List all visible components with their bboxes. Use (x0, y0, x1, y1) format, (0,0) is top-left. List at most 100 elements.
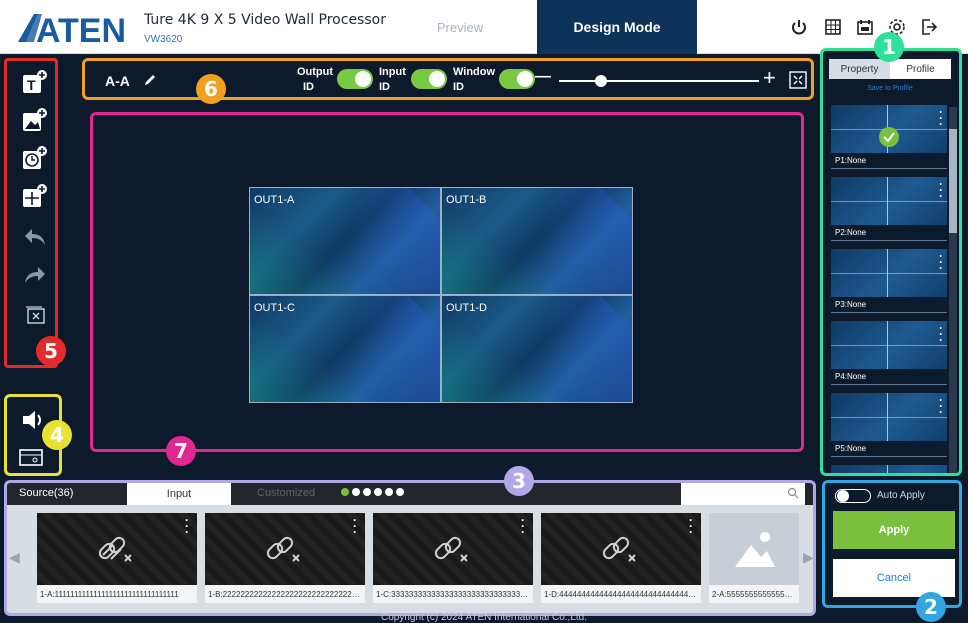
design-canvas[interactable]: OUT1-A OUT1-B OUT1-C OUT1-D (90, 112, 804, 452)
panel-tabs: Property Profile (829, 59, 951, 79)
profile-item[interactable]: · · · P2:None (831, 177, 947, 241)
scroll-left-arrow[interactable]: ◀ (9, 549, 23, 573)
tab-input[interactable]: Input (127, 483, 231, 505)
zoom-out-button[interactable]: — (535, 68, 551, 86)
undo-icon (25, 229, 45, 245)
output-screen[interactable]: OUT1-C (250, 296, 440, 402)
video-wall[interactable]: OUT1-A OUT1-B OUT1-C OUT1-D (249, 187, 633, 403)
profile-name: P2:None (831, 225, 947, 240)
kebab-menu-icon[interactable]: · · · (939, 322, 943, 346)
broken-link-icon (266, 536, 300, 562)
profile-item[interactable]: · · · P3:None (831, 249, 947, 313)
output-id-label: Output ID (296, 66, 333, 93)
profile-item[interactable]: · · · P4:None (831, 321, 947, 385)
auto-apply-toggle[interactable] (835, 489, 871, 503)
profile-name: P3:None (831, 297, 947, 312)
tab-preview[interactable]: Preview (386, 0, 534, 54)
profile-item[interactable] (831, 465, 947, 473)
add-window-button[interactable] (21, 183, 49, 211)
power-icon[interactable] (790, 18, 808, 36)
input-id-toggle[interactable] (411, 69, 447, 89)
kebab-menu-icon[interactable]: · · · (939, 106, 943, 130)
kebab-menu-icon[interactable]: · · · (939, 178, 943, 202)
source-panel: Source(36) Input Customized ◀ · · · 1-A:11… (4, 480, 816, 616)
apply-button[interactable]: Apply (833, 511, 955, 549)
source-name: 1-B:22222222222222222222222222222222 (205, 585, 365, 603)
source-card[interactable]: 2-A:5555555555555555 (709, 513, 799, 603)
output-screen[interactable]: OUT1-D (442, 296, 632, 402)
fit-screen-icon[interactable] (789, 71, 807, 89)
copyright-footer: Copyright (c) 2024 ATEN International Co… (380, 612, 588, 623)
auto-apply-label: Auto Apply (877, 490, 925, 501)
screen-label: OUT1-D (446, 302, 487, 314)
source-name: 1-C:33333333333333333333333333333333 (373, 585, 533, 603)
profile-scrollbar[interactable] (949, 107, 957, 473)
source-card[interactable]: · · · 1-A:11111111111111111111111111111111 (37, 513, 197, 603)
output-screen[interactable]: OUT1-B (442, 188, 632, 294)
source-card[interactable]: · · · 1-B:22222222222222222222222222222222 (205, 513, 365, 603)
add-text-icon: T (23, 70, 47, 93)
redo-button[interactable] (21, 261, 49, 289)
zoom-slider-thumb[interactable] (595, 75, 607, 87)
pencil-icon[interactable] (143, 73, 157, 87)
profile-item[interactable]: · · · P1:None (831, 105, 947, 169)
callout-badge-6: 6 (196, 74, 226, 104)
page-dots[interactable] (341, 488, 404, 496)
callout-badge-1: 1 (874, 32, 904, 62)
zoom-in-button[interactable]: + (763, 65, 776, 91)
tab-property[interactable]: Property (829, 59, 890, 79)
add-image-button[interactable] (21, 107, 49, 135)
output-screen[interactable]: OUT1-A (250, 188, 440, 294)
aten-logo: ATEN (18, 12, 124, 44)
source-card[interactable]: · · · 1-D:44444444444444444444444444444444 (541, 513, 701, 603)
window-id-toggle[interactable] (499, 69, 535, 89)
broken-link-icon (434, 536, 468, 562)
cancel-button[interactable]: Cancel (833, 559, 955, 597)
display-settings-icon[interactable] (19, 449, 43, 467)
clear-window-icon (26, 306, 45, 324)
profile-name: P5:None (831, 441, 947, 456)
calendar-icon[interactable] (856, 18, 874, 36)
input-id-label: Input ID (379, 66, 406, 93)
callout-badge-7: 7 (166, 436, 196, 466)
tab-customized[interactable]: Customized (257, 487, 315, 499)
undo-button[interactable] (21, 223, 49, 251)
save-to-profile-link[interactable]: Save to Profile (829, 85, 951, 92)
kebab-menu-icon[interactable]: · · · (939, 250, 943, 274)
output-id-toggle[interactable] (337, 69, 373, 89)
apply-panel: Auto Apply Apply Cancel (822, 480, 962, 608)
kebab-menu-icon[interactable]: · · · (185, 514, 189, 538)
window-id-label: Window ID (453, 66, 496, 93)
clear-layout-button[interactable] (21, 301, 49, 329)
profile-item[interactable]: · · · P5:None (831, 393, 947, 457)
add-window-icon (23, 184, 47, 207)
layout-control-bar: A-A Output ID Input ID Window ID — + (82, 58, 814, 100)
kebab-menu-icon[interactable]: · · · (353, 514, 357, 538)
add-clock-button[interactable] (21, 145, 49, 173)
kebab-menu-icon[interactable]: · · · (689, 514, 693, 538)
app-title: Ture 4K 9 X 5 Video Wall Processor (144, 12, 386, 28)
screen-label: OUT1-C (254, 302, 295, 314)
grid-icon[interactable] (824, 18, 842, 36)
screen-label: OUT1-B (446, 194, 487, 206)
logout-icon[interactable] (920, 18, 938, 36)
profile-name: P1:None (831, 153, 947, 168)
kebab-menu-icon[interactable]: · · · (939, 394, 943, 418)
profile-name: P4:None (831, 369, 947, 384)
tab-design-mode[interactable]: Design Mode (537, 0, 697, 54)
scroll-right-arrow[interactable]: ▶ (803, 549, 813, 573)
tab-profile[interactable]: Profile (890, 59, 951, 79)
broken-link-icon (98, 536, 132, 562)
source-card[interactable]: · · · 1-C:33333333333333333333333333333333 (373, 513, 533, 603)
source-search-input[interactable] (681, 483, 805, 505)
kebab-menu-icon[interactable]: · · · (521, 514, 525, 538)
app-model: VW3620 (144, 34, 183, 45)
callout-badge-4: 4 (42, 420, 72, 450)
layout-name: A-A (105, 73, 130, 89)
add-text-button[interactable]: T (21, 69, 49, 97)
zoom-slider[interactable] (559, 80, 759, 82)
source-count: Source(36) (19, 487, 74, 499)
redo-icon (25, 267, 45, 283)
callout-badge-3: 3 (504, 466, 534, 496)
svg-text:ATEN: ATEN (36, 12, 124, 44)
